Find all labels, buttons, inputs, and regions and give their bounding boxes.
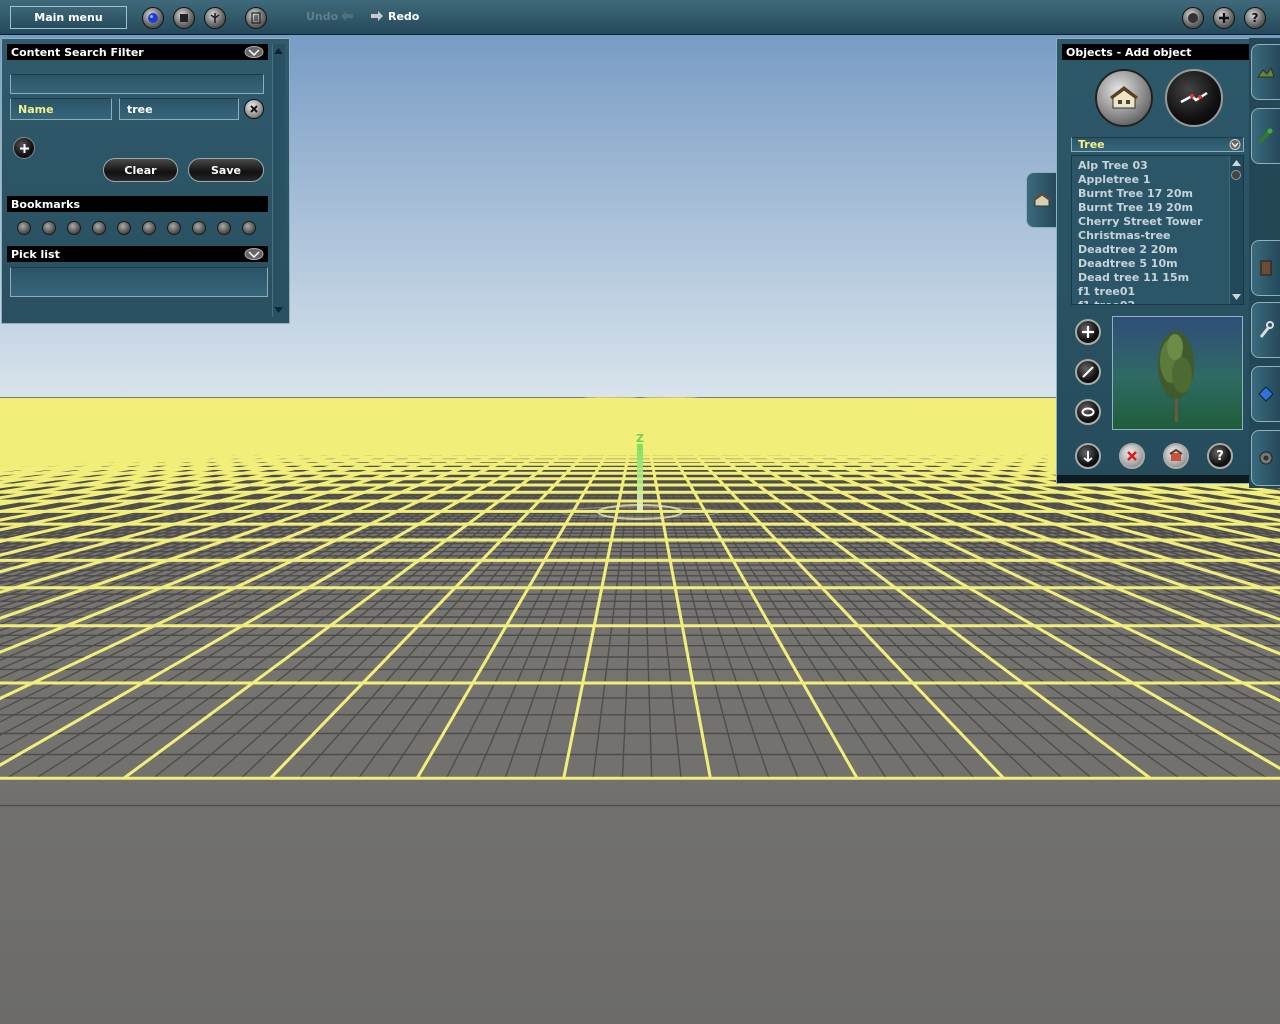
bookmark-slot[interactable] — [142, 221, 156, 235]
add-object-mode-house-icon[interactable] — [1095, 69, 1153, 127]
object-list-item[interactable]: Appletree 1 — [1072, 173, 1232, 187]
track-object-mode-icon[interactable] — [1165, 69, 1223, 127]
compass-icon[interactable] — [204, 7, 226, 29]
undo-label[interactable]: Undo — [306, 10, 338, 23]
redo-arrow-icon[interactable] — [370, 9, 384, 23]
pick-list-title: Pick list — [11, 247, 60, 261]
rotate-tool-icon[interactable] — [1075, 399, 1101, 425]
object-list-item[interactable]: Dead tree 11 15m — [1072, 271, 1232, 285]
object-list[interactable]: Alp Tree 03 Appletree 1 Burnt Tree 17 20m B… — [1071, 155, 1244, 305]
object-list-item[interactable]: f1 tree02 — [1072, 299, 1232, 304]
bookmark-slot[interactable] — [117, 221, 131, 235]
search-panel-title: Content Search Filter — [11, 45, 144, 59]
objects-panel-title: Objects - Add object — [1066, 45, 1192, 59]
move-tool-icon[interactable] — [1075, 359, 1101, 385]
globe-icon[interactable] — [142, 7, 164, 29]
redo-label[interactable]: Redo — [388, 10, 419, 23]
object-list-item[interactable]: Deadtree 5 10m — [1072, 257, 1232, 271]
tree-preview-icon — [1158, 331, 1194, 422]
clear-button[interactable]: Clear — [103, 158, 178, 182]
category-dropdown-icon[interactable] — [1229, 139, 1241, 150]
undo-arrow-icon[interactable] — [340, 9, 354, 23]
help-icon[interactable]: ? — [1244, 7, 1266, 29]
panel-collapse-tab[interactable] — [1026, 172, 1056, 228]
object-list-item[interactable]: Burnt Tree 19 20m — [1072, 201, 1232, 215]
axis-z-label: Z — [636, 432, 644, 445]
filter-value-input[interactable]: tree — [119, 98, 239, 120]
bookmark-slot[interactable] — [167, 221, 181, 235]
terrain-icon — [1257, 66, 1275, 78]
content-search-panel: Content Search Filter Name tree Clear Sa… — [1, 38, 290, 324]
bookmark-slot[interactable] — [217, 221, 231, 235]
object-list-item[interactable]: f1 tree01 — [1072, 285, 1232, 299]
object-list-item[interactable]: Burnt Tree 17 20m — [1072, 187, 1232, 201]
bookmarks-title: Bookmarks — [11, 197, 80, 211]
tab-paint[interactable] — [1251, 108, 1280, 164]
properties-icon[interactable] — [1163, 443, 1189, 469]
bookmark-slot[interactable] — [67, 221, 81, 235]
calculator-icon[interactable] — [245, 7, 267, 29]
height-tool-icon[interactable] — [1075, 443, 1101, 469]
pick-list-collapse-icon[interactable] — [244, 248, 264, 260]
objects-panel-header: Objects - Add object — [1062, 44, 1252, 60]
search-panel-scrollbar[interactable] — [272, 44, 285, 317]
bookmark-slot[interactable] — [17, 221, 31, 235]
wrench-icon — [1259, 321, 1274, 338]
main-menu-button[interactable]: Main menu — [10, 6, 127, 29]
track-icon — [1260, 260, 1272, 276]
scroll-thumb[interactable] — [1231, 170, 1241, 180]
tab-track[interactable] — [1251, 240, 1280, 296]
add-filter-plus-icon[interactable] — [13, 137, 35, 159]
tab-terrain[interactable] — [1251, 44, 1280, 100]
bookmark-slot[interactable] — [42, 221, 56, 235]
object-list-item[interactable]: Deadtree 2 20m — [1072, 243, 1232, 257]
delete-close-icon[interactable] — [1119, 443, 1145, 469]
search-input[interactable] — [10, 74, 264, 94]
filter-field-select[interactable]: Name — [10, 98, 112, 120]
gem-icon — [1258, 386, 1274, 402]
remove-filter-close-icon[interactable] — [244, 99, 264, 119]
object-preview — [1112, 316, 1243, 430]
paint-icon — [1258, 128, 1273, 144]
tab-tools[interactable] — [1251, 302, 1280, 358]
pick-list-header: Pick list — [7, 246, 268, 262]
bookmark-slot[interactable] — [92, 221, 106, 235]
add-plus-icon[interactable] — [1075, 319, 1101, 345]
objects-panel-footer — [1057, 475, 1252, 483]
bookmark-slot[interactable] — [192, 221, 206, 235]
house-icon — [1032, 192, 1051, 207]
category-select[interactable]: Tree — [1071, 137, 1244, 152]
bookmarks-header: Bookmarks — [7, 196, 268, 212]
objects-panel: Objects - Add object Tree Alp Tree 03 App… — [1056, 38, 1252, 484]
top-toolbar: Main menu Undo Redo ? — [0, 0, 1280, 35]
object-list-scrollbar[interactable] — [1229, 156, 1243, 304]
save-button[interactable]: Save — [188, 158, 264, 182]
help-icon[interactable]: ? — [1207, 443, 1233, 469]
plus-icon[interactable] — [1213, 7, 1235, 29]
object-list-item[interactable]: Alp Tree 03 — [1072, 159, 1232, 173]
search-panel-header: Content Search Filter — [7, 44, 268, 60]
stop-icon[interactable] — [173, 7, 195, 29]
collapse-icon[interactable] — [244, 46, 264, 58]
pick-list-box[interactable] — [10, 267, 268, 297]
gear-icon — [1259, 451, 1273, 465]
object-list-item[interactable]: Cherry Street Tower — [1072, 215, 1232, 229]
object-list-item[interactable]: Christmas-tree — [1072, 229, 1232, 243]
tab-session[interactable] — [1251, 366, 1280, 422]
tab-settings[interactable] — [1251, 430, 1280, 486]
sphere-icon[interactable] — [1182, 7, 1204, 29]
bookmark-slot[interactable] — [242, 221, 256, 235]
